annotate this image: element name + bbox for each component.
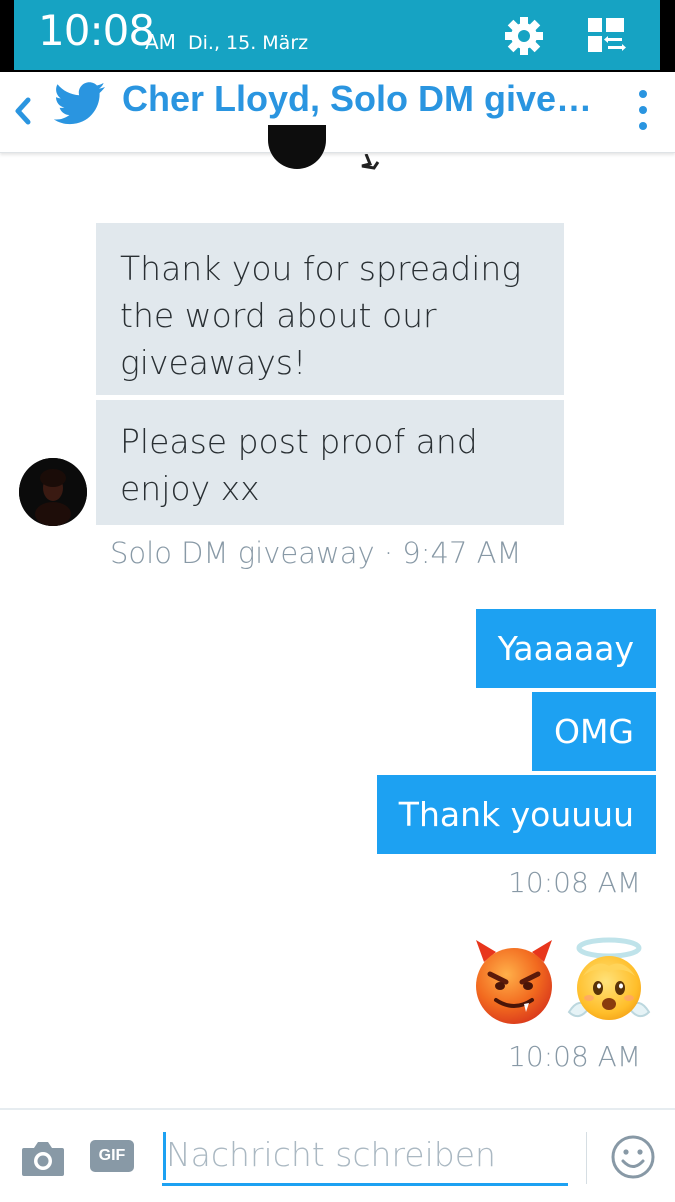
smiling-devil-emoji[interactable] xyxy=(470,936,558,1028)
conversation-title: Cher Lloyd, Solo DM give… xyxy=(122,78,593,119)
gif-button[interactable]: GIF xyxy=(90,1140,134,1172)
incoming-message[interactable]: Thank you for spreading the word about o… xyxy=(96,223,564,395)
text-cursor xyxy=(163,1132,166,1180)
avatar-partial xyxy=(268,125,326,169)
incoming-message[interactable]: Please post proof and enjoy xx xyxy=(96,400,564,525)
composer-divider xyxy=(586,1132,587,1184)
angel-emoji[interactable] xyxy=(565,936,653,1028)
message-composer: GIF xyxy=(0,1108,675,1202)
status-bar: 10:08 AM Di., 15. März xyxy=(0,0,675,72)
status-ampm: AM xyxy=(145,30,176,54)
outgoing-message[interactable]: Yaaaaay xyxy=(475,609,656,688)
incoming-timestamp: Solo DM giveaway · 9:47 AM xyxy=(110,536,522,570)
camera-icon[interactable] xyxy=(20,1138,66,1178)
avatar[interactable] xyxy=(19,458,87,526)
conversation-header: Cher Lloyd, Solo DM give… xyxy=(0,72,675,153)
outgoing-message[interactable]: Thank youuuu xyxy=(376,775,656,854)
gear-icon[interactable] xyxy=(502,14,546,58)
message-input[interactable] xyxy=(162,1126,568,1186)
avatar-image xyxy=(19,458,87,526)
status-date: Di., 15. März xyxy=(188,32,309,54)
twitter-bird-icon xyxy=(54,82,105,125)
more-vertical-icon[interactable] xyxy=(628,82,658,138)
chevron-left-icon[interactable] xyxy=(6,86,40,136)
outgoing-timestamp: 10:08 AM xyxy=(508,1040,641,1073)
participant-figure-icon xyxy=(361,154,380,170)
quick-settings-icon[interactable] xyxy=(584,14,628,58)
status-time: 10:08 xyxy=(38,6,155,55)
outgoing-message[interactable]: OMG xyxy=(531,692,656,771)
outgoing-timestamp: 10:08 AM xyxy=(508,866,641,899)
status-bar-panel: 10:08 AM Di., 15. März xyxy=(14,0,660,70)
smiley-icon[interactable] xyxy=(610,1134,656,1180)
